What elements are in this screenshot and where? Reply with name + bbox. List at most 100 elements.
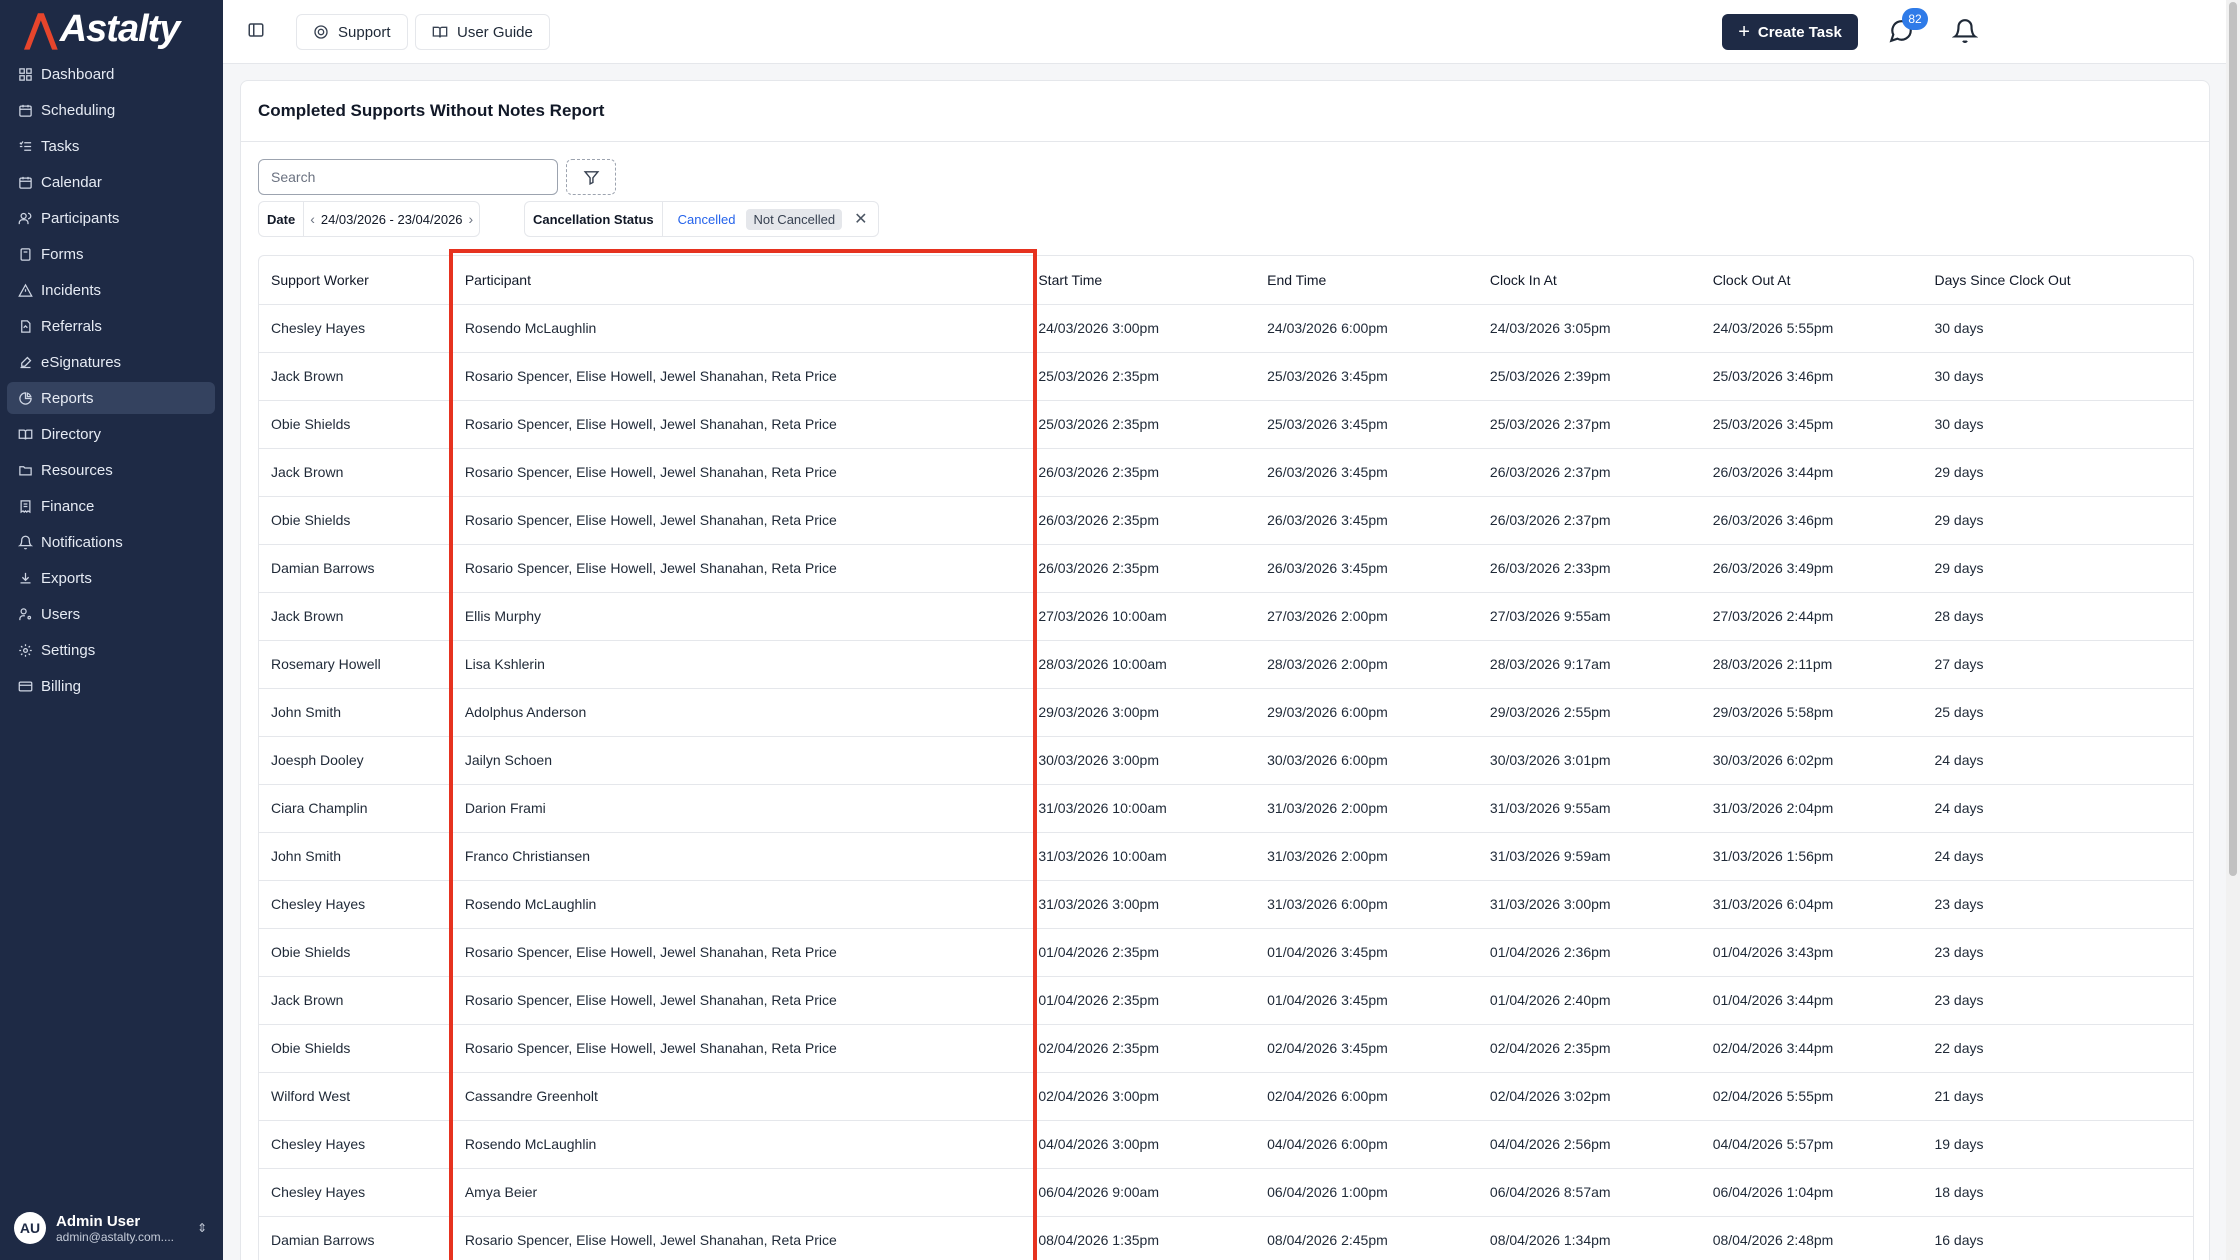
- sidebar-item-tasks[interactable]: Tasks: [7, 130, 215, 162]
- users-icon: [17, 210, 33, 226]
- end-time-cell: 28/03/2026 2:00pm: [1255, 640, 1478, 689]
- end-time-cell: 02/04/2026 3:45pm: [1255, 1024, 1478, 1073]
- days-since-cell: 30 days: [1922, 400, 2193, 449]
- sidebar-item-label: Users: [41, 605, 81, 623]
- sidebar-item-finance[interactable]: Finance: [7, 490, 215, 522]
- create-task-button[interactable]: + Create Task: [1722, 14, 1858, 50]
- folder-icon: [17, 462, 33, 478]
- table-row[interactable]: Ciara Champlin Darion Frami 31/03/2026 10:…: [259, 784, 2193, 833]
- chevron-right-icon[interactable]: ›: [463, 211, 480, 227]
- end-time-cell: 25/03/2026 3:45pm: [1255, 352, 1478, 401]
- column-header-clock-out-at[interactable]: Clock Out At: [1700, 256, 1923, 305]
- column-header-support-worker[interactable]: Support Worker: [259, 256, 453, 305]
- scrollbar-thumb[interactable]: [2229, 2, 2237, 876]
- sidebar-item-resources[interactable]: Resources: [7, 454, 215, 486]
- clock-out-cell: 27/03/2026 2:44pm: [1700, 592, 1923, 641]
- column-header-participant[interactable]: Participant: [452, 256, 1027, 305]
- table-row[interactable]: Jack Brown Rosario Spencer, Elise Howell,…: [259, 448, 2193, 497]
- sidebar-nav: Dashboard Scheduling Tasks Calendar Particip…: [7, 58, 215, 706]
- user-email: admin@astalty.com....: [56, 1229, 174, 1244]
- sidebar-item-label: Scheduling: [41, 101, 116, 119]
- participant-cell: Rosario Spencer, Elise Howell, Jewel Sha…: [452, 544, 1027, 593]
- sidebar-item-scheduling[interactable]: Scheduling: [7, 94, 215, 126]
- clock-in-cell: 26/03/2026 2:37pm: [1477, 496, 1701, 545]
- dashboard-icon: [17, 66, 33, 82]
- sidebar-toggle-icon[interactable]: [247, 21, 267, 41]
- sidebar-item-referrals[interactable]: Referrals: [7, 310, 215, 342]
- column-header-days-since-clock-out[interactable]: Days Since Clock Out: [1922, 256, 2193, 305]
- topbar: Support User Guide: [223, 0, 2240, 64]
- status-option-not-cancelled[interactable]: Not Cancelled: [746, 208, 843, 230]
- notifications-bell-icon[interactable]: [1951, 18, 1980, 46]
- clock-out-cell: 30/03/2026 6:02pm: [1700, 736, 1923, 785]
- table-row[interactable]: Chesley Hayes Rosendo McLaughlin 04/04/202…: [259, 1120, 2193, 1169]
- table-row[interactable]: Jack Brown Rosario Spencer, Elise Howell,…: [259, 352, 2193, 401]
- clock-out-cell: 01/04/2026 3:44pm: [1700, 976, 1923, 1025]
- days-since-cell: 24 days: [1922, 784, 2193, 833]
- sidebar-item-forms[interactable]: Forms: [7, 238, 215, 270]
- sidebar-item-settings[interactable]: Settings: [7, 634, 215, 666]
- table-row[interactable]: Obie Shields Rosario Spencer, Elise Howel…: [259, 1024, 2193, 1073]
- clock-in-cell: 31/03/2026 3:00pm: [1477, 880, 1701, 929]
- start-time-cell: 31/03/2026 3:00pm: [1026, 880, 1256, 929]
- sidebar-item-calendar[interactable]: Calendar: [7, 166, 215, 198]
- start-time-cell: 01/04/2026 2:35pm: [1026, 976, 1256, 1025]
- chevron-left-icon[interactable]: ‹: [304, 211, 321, 227]
- filter-button[interactable]: [566, 159, 616, 195]
- clock-in-cell: 02/04/2026 3:02pm: [1477, 1072, 1701, 1121]
- clock-out-cell: 06/04/2026 1:04pm: [1700, 1168, 1923, 1217]
- sidebar-item-incidents[interactable]: Incidents: [7, 274, 215, 306]
- clear-filter-icon[interactable]: ✕: [844, 209, 877, 229]
- user-guide-button[interactable]: User Guide: [415, 14, 550, 50]
- start-time-cell: 06/04/2026 9:00am: [1026, 1168, 1256, 1217]
- table-row[interactable]: Chesley Hayes Amya Beier 06/04/2026 9:00am…: [259, 1168, 2193, 1217]
- end-time-cell: 31/03/2026 2:00pm: [1255, 784, 1478, 833]
- search-input[interactable]: [258, 159, 558, 195]
- table-row[interactable]: John Smith Adolphus Anderson 29/03/2026 3:…: [259, 688, 2193, 737]
- table-row[interactable]: John Smith Franco Christiansen 31/03/2026 …: [259, 832, 2193, 881]
- table-row[interactable]: Chesley Hayes Rosendo McLaughlin 24/03/202…: [259, 304, 2193, 353]
- sidebar-item-users[interactable]: Users: [7, 598, 215, 630]
- column-header-clock-in-at[interactable]: Clock In At: [1477, 256, 1701, 305]
- support-worker-cell: Obie Shields: [259, 496, 453, 545]
- sidebar-item-esignatures[interactable]: eSignatures: [7, 346, 215, 378]
- days-since-cell: 23 days: [1922, 928, 2193, 977]
- support-button[interactable]: Support: [296, 14, 408, 50]
- table-row[interactable]: Obie Shields Rosario Spencer, Elise Howel…: [259, 496, 2193, 545]
- clock-in-cell: 29/03/2026 2:55pm: [1477, 688, 1701, 737]
- sidebar-item-reports[interactable]: Reports: [7, 382, 215, 414]
- status-option-cancelled[interactable]: Cancelled: [671, 209, 743, 230]
- column-header-end-time[interactable]: End Time: [1255, 256, 1478, 305]
- participant-cell: Rosario Spencer, Elise Howell, Jewel Sha…: [452, 400, 1027, 449]
- user-menu[interactable]: AU Admin User admin@astalty.com.... ⇕: [14, 1208, 210, 1248]
- sidebar-item-exports[interactable]: Exports: [7, 562, 215, 594]
- participant-cell: Amya Beier: [452, 1168, 1027, 1217]
- table-row[interactable]: Damian Barrows Rosario Spencer, Elise How…: [259, 544, 2193, 593]
- column-header-start-time[interactable]: Start Time: [1026, 256, 1256, 305]
- table-row[interactable]: Joesph Dooley Jailyn Schoen 30/03/2026 3:0…: [259, 736, 2193, 785]
- table-row[interactable]: Rosemary Howell Lisa Kshlerin 28/03/2026 1…: [259, 640, 2193, 689]
- sidebar-item-billing[interactable]: Billing: [7, 670, 215, 702]
- table-row[interactable]: Chesley Hayes Rosendo McLaughlin 31/03/202…: [259, 880, 2193, 929]
- participant-cell: Adolphus Anderson: [452, 688, 1027, 737]
- start-time-cell: 26/03/2026 2:35pm: [1026, 448, 1256, 497]
- sidebar-item-label: Forms: [41, 245, 84, 263]
- days-since-cell: 23 days: [1922, 880, 2193, 929]
- sidebar-item-dashboard[interactable]: Dashboard: [7, 58, 215, 90]
- table-row[interactable]: Wilford West Cassandre Greenholt 02/04/202…: [259, 1072, 2193, 1121]
- sidebar-item-directory[interactable]: Directory: [7, 418, 215, 450]
- sidebar-item-participants[interactable]: Participants: [7, 202, 215, 234]
- date-range-value[interactable]: 24/03/2026 - 23/04/2026: [321, 212, 463, 227]
- page-scrollbar[interactable]: [2226, 0, 2240, 1260]
- table-row[interactable]: Jack Brown Ellis Murphy 27/03/2026 10:00am…: [259, 592, 2193, 641]
- table-row[interactable]: Damian Barrows Rosario Spencer, Elise How…: [259, 1216, 2193, 1260]
- clock-in-cell: 24/03/2026 3:05pm: [1477, 304, 1701, 353]
- app-logo[interactable]: ⋀ Astalty: [24, 6, 180, 52]
- sidebar-item-notifications[interactable]: Notifications: [7, 526, 215, 558]
- table-row[interactable]: Jack Brown Rosario Spencer, Elise Howell,…: [259, 976, 2193, 1025]
- clock-out-cell: 28/03/2026 2:11pm: [1700, 640, 1923, 689]
- download-icon: [17, 570, 33, 586]
- table-row[interactable]: Obie Shields Rosario Spencer, Elise Howel…: [259, 400, 2193, 449]
- end-time-cell: 26/03/2026 3:45pm: [1255, 448, 1478, 497]
- table-row[interactable]: Obie Shields Rosario Spencer, Elise Howel…: [259, 928, 2193, 977]
